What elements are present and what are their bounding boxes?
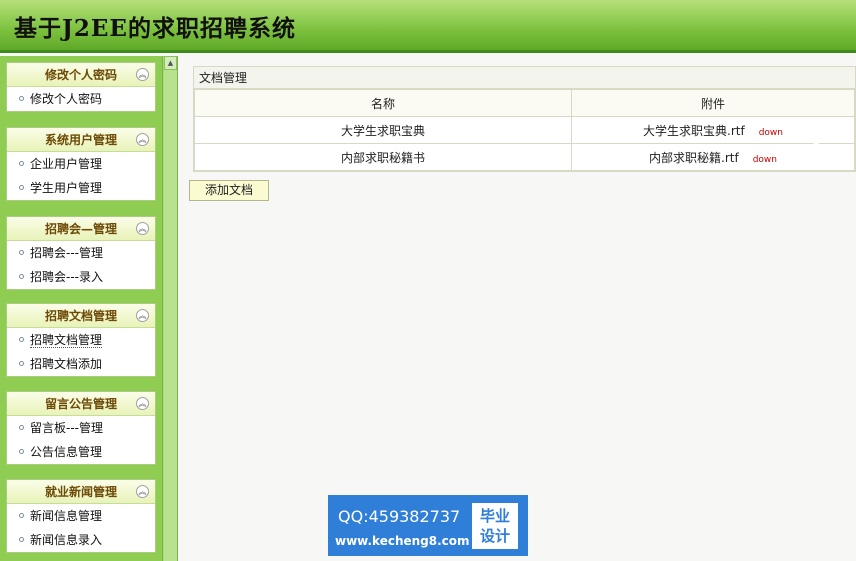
column-header-attachment: 附件 [571,89,855,117]
sidebar-group-users: 系统用户管理 ︽ 企业用户管理 学生用户管理 [6,127,156,201]
bullet-icon [19,274,24,279]
bullet-icon [19,513,24,518]
add-document-button[interactable]: 添加文档 [189,180,269,201]
main-content: 文档管理 名称 附件 大学生求职宝典 大学生求职宝典.rtf down 内部求职秘… [178,56,856,561]
sidebar-group-jobfair: 招聘会—管理 ︽ 招聘会---管理 招聘会---录入 [6,216,156,290]
sidebar-group-header[interactable]: 系统用户管理 ︽ [7,128,155,152]
scrollbar-thumb[interactable] [164,70,177,561]
download-link[interactable]: down [759,128,783,138]
double-chevron-up-icon[interactable]: ︽ [136,485,149,498]
scroll-up-icon[interactable]: ▲ [164,56,177,70]
table-row: 大学生求职宝典 大学生求职宝典.rtf down [194,116,855,144]
double-chevron-up-icon[interactable]: ︽ [136,222,149,235]
bullet-icon [19,425,24,430]
sidebar-item-change-password[interactable]: 修改个人密码 [7,87,155,111]
table-header-row: 名称 附件 [194,89,855,117]
bullet-icon [19,96,24,101]
sidebar-item-message-board[interactable]: 留言板---管理 [7,416,155,440]
watermark-url: www.kecheng8.com [335,534,470,548]
double-chevron-up-icon[interactable]: ︽ [136,68,149,81]
watermark-banner: QQ:459382737 www.kecheng8.com 毕业 设计 [328,495,528,556]
sidebar-group-header[interactable]: 招聘会—管理 ︽ [7,217,155,241]
bullet-icon [19,250,24,255]
bullet-icon [19,161,24,166]
attachment-filename: 内部求职秘籍.rtf [649,150,739,165]
sidebar: 修改个人密码 ︽ 修改个人密码 系统用户管理 ︽ 企业用户管理 学生用户管理 招聘会… [0,56,162,561]
app-title: 基于J2EE的求职招聘系统 [14,15,296,42]
sidebar-item-company-users[interactable]: 企业用户管理 [7,152,155,176]
document-panel: 文档管理 名称 附件 大学生求职宝典 大学生求职宝典.rtf down 内部求职秘… [193,66,856,172]
watermark-badge: 毕业 设计 [472,503,518,549]
sidebar-scrollbar[interactable]: ▲ [162,56,178,561]
double-chevron-up-icon[interactable]: ︽ [136,397,149,410]
bullet-icon [19,361,24,366]
sidebar-item-news-entry[interactable]: 新闻信息录入 [7,528,155,552]
document-table: 名称 附件 大学生求职宝典 大学生求职宝典.rtf down 内部求职秘籍书 内部… [194,89,855,171]
sidebar-group-documents: 招聘文档管理 ︽ 招聘文档管理 招聘文档添加 [6,303,156,377]
sidebar-item-jobfair-manage[interactable]: 招聘会---管理 [7,241,155,265]
watermark-qq: QQ:459382737 [338,507,461,526]
sidebar-item-student-users[interactable]: 学生用户管理 [7,176,155,200]
bullet-icon [19,449,24,454]
attachment-filename: 大学生求职宝典.rtf [643,123,745,138]
sidebar-group-header[interactable]: 留言公告管理 ︽ [7,392,155,416]
sidebar-item-jobfair-entry[interactable]: 招聘会---录入 [7,265,155,289]
sidebar-group-header[interactable]: 修改个人密码 ︽ [7,63,155,87]
panel-title: 文档管理 [194,67,855,89]
sidebar-group-password: 修改个人密码 ︽ 修改个人密码 [6,62,156,112]
bullet-icon [19,185,24,190]
double-chevron-up-icon[interactable]: ︽ [136,133,149,146]
document-attachment-cell: 大学生求职宝典.rtf down [571,116,855,144]
column-header-name: 名称 [194,89,572,117]
download-link[interactable]: down [753,155,777,165]
double-chevron-up-icon[interactable]: ︽ [136,309,149,322]
sidebar-item-document-manage[interactable]: 招聘文档管理 [7,328,155,352]
bullet-icon [19,537,24,542]
sidebar-group-messages: 留言公告管理 ︽ 留言板---管理 公告信息管理 [6,391,156,465]
sidebar-group-header[interactable]: 就业新闻管理 ︽ [7,480,155,504]
table-row: 内部求职秘籍书 内部求职秘籍.rtf down [194,143,855,171]
sidebar-group-header[interactable]: 招聘文档管理 ︽ [7,304,155,328]
sidebar-item-news-manage[interactable]: 新闻信息管理 [7,504,155,528]
sidebar-group-news: 就业新闻管理 ︽ 新闻信息管理 新闻信息录入 [6,479,156,553]
sidebar-item-document-add[interactable]: 招聘文档添加 [7,352,155,376]
app-header: 基于J2EE的求职招聘系统 [0,0,856,53]
document-name: 内部求职秘籍书 [194,143,572,171]
sidebar-item-notice-manage[interactable]: 公告信息管理 [7,440,155,464]
bullet-icon [19,337,24,342]
document-name: 大学生求职宝典 [194,116,572,144]
